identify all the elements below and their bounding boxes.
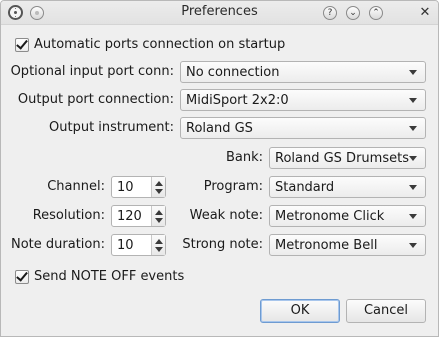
note-duration-stepper[interactable] [151, 235, 165, 255]
title-bar[interactable]: Preferences ? ⌄ ⌃ ✕ [1, 1, 438, 25]
channel-spinbox[interactable]: 10 [111, 176, 166, 198]
channel-stepper[interactable] [151, 177, 165, 197]
chevron-down-icon[interactable] [155, 247, 163, 252]
output-port-value: MidiSport 2x2:0 [186, 93, 289, 108]
program-label: Program: [203, 179, 263, 194]
note-duration-spinbox[interactable]: 10 [111, 234, 166, 256]
chevron-down-icon [409, 126, 417, 131]
strong-note-value: Metronome Bell [275, 238, 378, 253]
minimize-icon[interactable]: ⌄ [346, 6, 360, 20]
weak-note-value: Metronome Click [275, 209, 385, 224]
resolution-value: 120 [117, 209, 142, 224]
input-port-label: Optional input port conn: [10, 64, 174, 79]
output-port-label: Output port connection: [17, 92, 174, 107]
note-off-label: Send NOTE OFF events [34, 269, 185, 284]
help-icon[interactable]: ? [323, 6, 337, 20]
note-duration-label: Note duration: [11, 237, 105, 252]
auto-ports-label: Automatic ports connection on startup [34, 37, 286, 52]
chevron-down-icon [409, 98, 417, 103]
strong-note-label: Strong note: [182, 237, 263, 252]
auto-ports-checkbox[interactable] [15, 38, 29, 52]
output-instrument-label: Output instrument: [49, 120, 174, 135]
chevron-down-icon[interactable] [155, 218, 163, 223]
close-icon[interactable]: ✕ [418, 5, 432, 19]
preferences-window: Preferences ? ⌄ ⌃ ✕ Automatic ports conn… [0, 0, 439, 337]
weak-note-label: Weak note: [189, 208, 263, 223]
chevron-down-icon [409, 243, 417, 248]
chevron-down-icon [409, 70, 417, 75]
output-instrument-combo[interactable]: Roland GS [180, 117, 426, 139]
program-value: Standard [275, 180, 335, 195]
input-port-combo[interactable]: No connection [180, 61, 426, 83]
bank-label: Bank: [225, 150, 263, 165]
program-combo[interactable]: Standard [269, 176, 426, 198]
note-duration-value: 10 [117, 238, 134, 253]
chevron-up-icon[interactable] [155, 239, 163, 244]
resolution-label: Resolution: [32, 208, 105, 223]
bank-combo[interactable]: Roland GS Drumsets [269, 147, 426, 169]
chevron-up-icon[interactable] [155, 181, 163, 186]
chevron-down-icon [409, 185, 417, 190]
resolution-stepper[interactable] [151, 206, 165, 226]
output-port-combo[interactable]: MidiSport 2x2:0 [180, 89, 426, 111]
chevron-down-icon [409, 156, 417, 161]
strong-note-combo[interactable]: Metronome Bell [269, 234, 426, 256]
input-port-value: No connection [186, 65, 280, 80]
ok-button[interactable]: OK [260, 299, 340, 323]
chevron-down-icon[interactable] [155, 189, 163, 194]
note-off-checkbox[interactable] [15, 270, 29, 284]
output-instrument-value: Roland GS [186, 121, 253, 136]
weak-note-combo[interactable]: Metronome Click [269, 205, 426, 227]
maximize-icon[interactable]: ⌃ [369, 6, 383, 20]
channel-label: Channel: [47, 179, 105, 194]
channel-value: 10 [117, 180, 134, 195]
resolution-spinbox[interactable]: 120 [111, 205, 166, 227]
bank-value: Roland GS Drumsets [275, 151, 409, 166]
chevron-down-icon [409, 214, 417, 219]
cancel-button[interactable]: Cancel [346, 299, 426, 323]
chevron-up-icon[interactable] [155, 210, 163, 215]
